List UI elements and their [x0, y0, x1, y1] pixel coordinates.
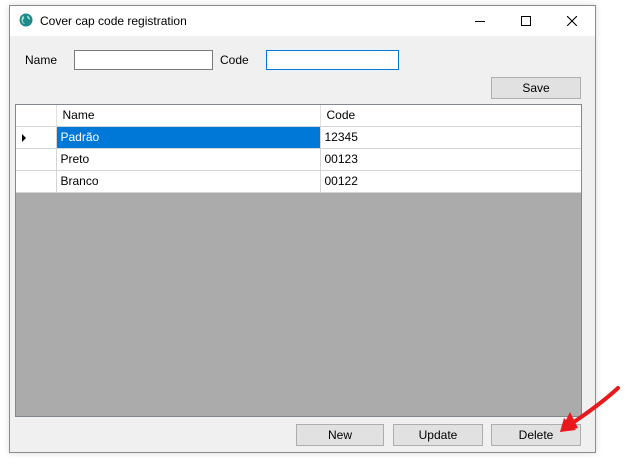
red-arrow-annotation-icon: [560, 386, 620, 432]
cell-name[interactable]: Preto: [56, 148, 321, 171]
new-button[interactable]: New: [296, 424, 384, 446]
window-title: Cover cap code registration: [40, 14, 187, 28]
minimize-icon: [475, 21, 485, 22]
close-icon: [567, 16, 577, 26]
registration-window: Cover cap code registration Name Code Sa…: [9, 5, 596, 453]
cell-code[interactable]: 12345: [320, 126, 581, 149]
minimize-button[interactable]: [457, 6, 503, 36]
cell-code[interactable]: 00122: [320, 170, 581, 193]
table-row[interactable]: Padrão 12345: [16, 126, 581, 149]
code-label: Code: [220, 53, 249, 67]
row-header[interactable]: [16, 148, 57, 171]
code-input[interactable]: [266, 50, 399, 70]
row-header[interactable]: [16, 126, 57, 149]
column-header-name[interactable]: Name: [56, 105, 321, 127]
cell-code[interactable]: 00123: [320, 148, 581, 171]
cell-name[interactable]: Branco: [56, 170, 321, 193]
codes-table: Name Code Padrão 12345 Preto 00123 Branc…: [16, 105, 581, 193]
save-button[interactable]: Save: [491, 77, 581, 99]
update-button[interactable]: Update: [393, 424, 483, 446]
table-row[interactable]: Preto 00123: [16, 148, 581, 171]
current-row-pointer-icon: [22, 133, 26, 142]
maximize-icon: [521, 16, 531, 26]
title-bar[interactable]: Cover cap code registration: [10, 6, 595, 36]
grid-corner-header[interactable]: [16, 105, 57, 127]
app-globe-icon: [19, 13, 33, 27]
table-row[interactable]: Branco 00122: [16, 170, 581, 193]
cell-name[interactable]: Padrão: [56, 126, 321, 149]
grid-header-row: Name Code: [16, 105, 581, 127]
name-label: Name: [25, 53, 58, 67]
codes-data-grid[interactable]: Name Code Padrão 12345 Preto 00123 Branc…: [15, 104, 582, 417]
name-input[interactable]: [74, 50, 213, 70]
column-header-code[interactable]: Code: [320, 105, 581, 127]
close-button[interactable]: [549, 6, 595, 36]
row-header[interactable]: [16, 170, 57, 193]
maximize-button[interactable]: [503, 6, 549, 36]
